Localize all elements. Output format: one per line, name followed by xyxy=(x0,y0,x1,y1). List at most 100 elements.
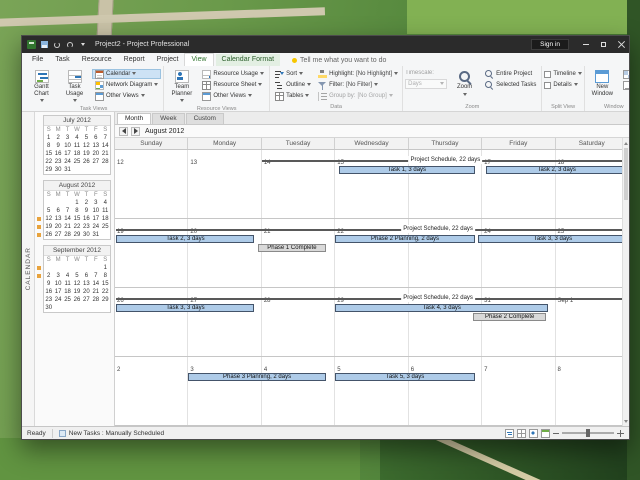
mini-day[interactable]: 16 xyxy=(44,288,53,296)
save-button[interactable] xyxy=(39,39,49,51)
task-usage-button[interactable]: Task Usage xyxy=(59,67,90,105)
mini-day[interactable]: 7 xyxy=(101,134,110,142)
mini-day[interactable]: 7 xyxy=(63,207,72,215)
details-checkbox[interactable] xyxy=(544,82,551,89)
tab-week[interactable]: Week xyxy=(152,113,185,124)
next-month-button[interactable] xyxy=(131,127,140,136)
mini-day[interactable]: 29 xyxy=(44,166,53,174)
gantt-view-shortcut[interactable] xyxy=(505,429,514,438)
mini-day[interactable]: 4 xyxy=(63,272,72,280)
summary-bar[interactable]: Project Schedule, 22 days xyxy=(116,226,627,234)
filter-combo[interactable]: Filter: [No Filter] xyxy=(316,80,400,90)
tab-month[interactable]: Month xyxy=(117,113,151,124)
scrollbar-thumb[interactable] xyxy=(624,148,628,200)
mini-day[interactable]: 20 xyxy=(53,223,62,231)
mini-day[interactable]: 12 xyxy=(44,215,53,223)
timescale-select[interactable]: Days xyxy=(405,79,447,89)
timeline-checkbox[interactable] xyxy=(544,71,551,78)
mini-day[interactable]: 20 xyxy=(82,288,91,296)
entire-project-button[interactable]: Entire Project xyxy=(482,69,539,79)
undo-button[interactable] xyxy=(52,39,62,51)
mini-day[interactable]: 25 xyxy=(101,223,110,231)
mini-day[interactable]: 21 xyxy=(101,150,110,158)
zoom-in-button[interactable] xyxy=(617,430,624,437)
day-cell[interactable]: 6 xyxy=(409,357,482,425)
tables-button[interactable]: Tables xyxy=(272,91,314,101)
mini-day[interactable]: 30 xyxy=(82,231,91,239)
mini-day[interactable]: 23 xyxy=(53,158,62,166)
tab-resource[interactable]: Resource xyxy=(76,54,118,66)
mini-day[interactable]: 2 xyxy=(44,272,53,280)
day-cell[interactable]: 13 xyxy=(188,150,261,218)
mini-day[interactable]: 16 xyxy=(82,215,91,223)
mini-day[interactable]: 12 xyxy=(72,280,81,288)
mini-day[interactable]: 22 xyxy=(101,288,110,296)
mini-day[interactable]: 17 xyxy=(91,215,100,223)
mini-day[interactable]: 18 xyxy=(63,288,72,296)
maximize-button[interactable] xyxy=(596,36,611,53)
task-bar[interactable]: Task 3, 3 days xyxy=(478,235,627,243)
minimize-button[interactable] xyxy=(578,36,593,53)
mini-day[interactable]: 9 xyxy=(82,207,91,215)
day-cell[interactable]: 2 xyxy=(115,357,188,425)
mini-day[interactable]: 1 xyxy=(44,134,53,142)
mini-day[interactable]: 4 xyxy=(72,134,81,142)
tab-custom[interactable]: Custom xyxy=(186,113,224,124)
prev-month-button[interactable] xyxy=(119,127,128,136)
mini-day[interactable]: 18 xyxy=(101,215,110,223)
sort-button[interactable]: Sort xyxy=(272,69,314,79)
zoom-slider-thumb[interactable] xyxy=(586,429,590,437)
gantt-chart-button[interactable]: Gantt Chart xyxy=(26,67,57,105)
sign-in-button[interactable]: Sign in xyxy=(531,39,569,50)
tab-calendar-format[interactable]: Calendar Format xyxy=(216,54,281,66)
mini-day[interactable]: 30 xyxy=(44,304,53,312)
mini-day[interactable]: 8 xyxy=(44,142,53,150)
task-usage-view-shortcut[interactable] xyxy=(517,429,526,438)
mini-day[interactable]: 19 xyxy=(82,150,91,158)
task-bar[interactable]: Task 2, 3 days xyxy=(486,166,628,174)
mini-day[interactable]: 12 xyxy=(82,142,91,150)
highlight-combo[interactable]: Highlight: [No Highlight] xyxy=(316,69,400,79)
mini-day[interactable]: 6 xyxy=(82,272,91,280)
other-views-resource-button[interactable]: Other Views xyxy=(199,91,267,101)
mini-day[interactable]: 8 xyxy=(72,207,81,215)
mini-day[interactable]: 29 xyxy=(72,231,81,239)
mini-day[interactable]: 27 xyxy=(82,296,91,304)
mini-day[interactable]: 4 xyxy=(101,199,110,207)
mini-day[interactable]: 26 xyxy=(72,296,81,304)
arrange-all-button[interactable] xyxy=(620,69,629,79)
hide-window-button[interactable] xyxy=(620,80,629,90)
mini-day[interactable]: 5 xyxy=(82,134,91,142)
mini-day[interactable]: 6 xyxy=(53,207,62,215)
mini-day[interactable]: 26 xyxy=(44,231,53,239)
mini-day[interactable]: 9 xyxy=(53,142,62,150)
task-bar[interactable]: Task 1, 3 days xyxy=(339,166,475,174)
task-bar[interactable]: Task 3, 3 days xyxy=(116,304,254,312)
mini-day[interactable]: 27 xyxy=(91,158,100,166)
mini-day[interactable]: 2 xyxy=(82,199,91,207)
tab-file[interactable]: File xyxy=(26,54,49,66)
mini-day[interactable]: 25 xyxy=(63,296,72,304)
timeline-toggle[interactable]: Timeline xyxy=(544,69,581,79)
report-view-shortcut[interactable] xyxy=(541,429,550,438)
day-cell[interactable]: 4 xyxy=(262,357,335,425)
mini-day[interactable]: 22 xyxy=(72,223,81,231)
mini-day[interactable]: 13 xyxy=(91,142,100,150)
mini-day[interactable]: 23 xyxy=(44,296,53,304)
mini-day[interactable]: 10 xyxy=(91,207,100,215)
summary-bar[interactable]: Project Schedule, 22 days xyxy=(262,157,628,165)
selected-tasks-button[interactable]: Selected Tasks xyxy=(482,80,539,90)
mini-day[interactable]: 20 xyxy=(91,150,100,158)
close-button[interactable] xyxy=(614,36,629,53)
network-diagram-button[interactable]: Network Diagram xyxy=(92,80,161,90)
calendar-view-button[interactable]: Calendar xyxy=(92,69,161,79)
mini-day[interactable]: 28 xyxy=(101,158,110,166)
mini-day[interactable]: 17 xyxy=(63,150,72,158)
mini-day[interactable]: 28 xyxy=(63,231,72,239)
mini-day[interactable]: 19 xyxy=(44,223,53,231)
task-bar[interactable]: Phase 2 Planning, 2 days xyxy=(335,235,475,243)
task-bar[interactable]: Phase 3 Planning, 2 days xyxy=(188,373,325,381)
mini-day[interactable]: 5 xyxy=(44,207,53,215)
mini-day[interactable]: 3 xyxy=(91,199,100,207)
milestone-bar[interactable]: Phase 1 Complete xyxy=(258,244,326,252)
